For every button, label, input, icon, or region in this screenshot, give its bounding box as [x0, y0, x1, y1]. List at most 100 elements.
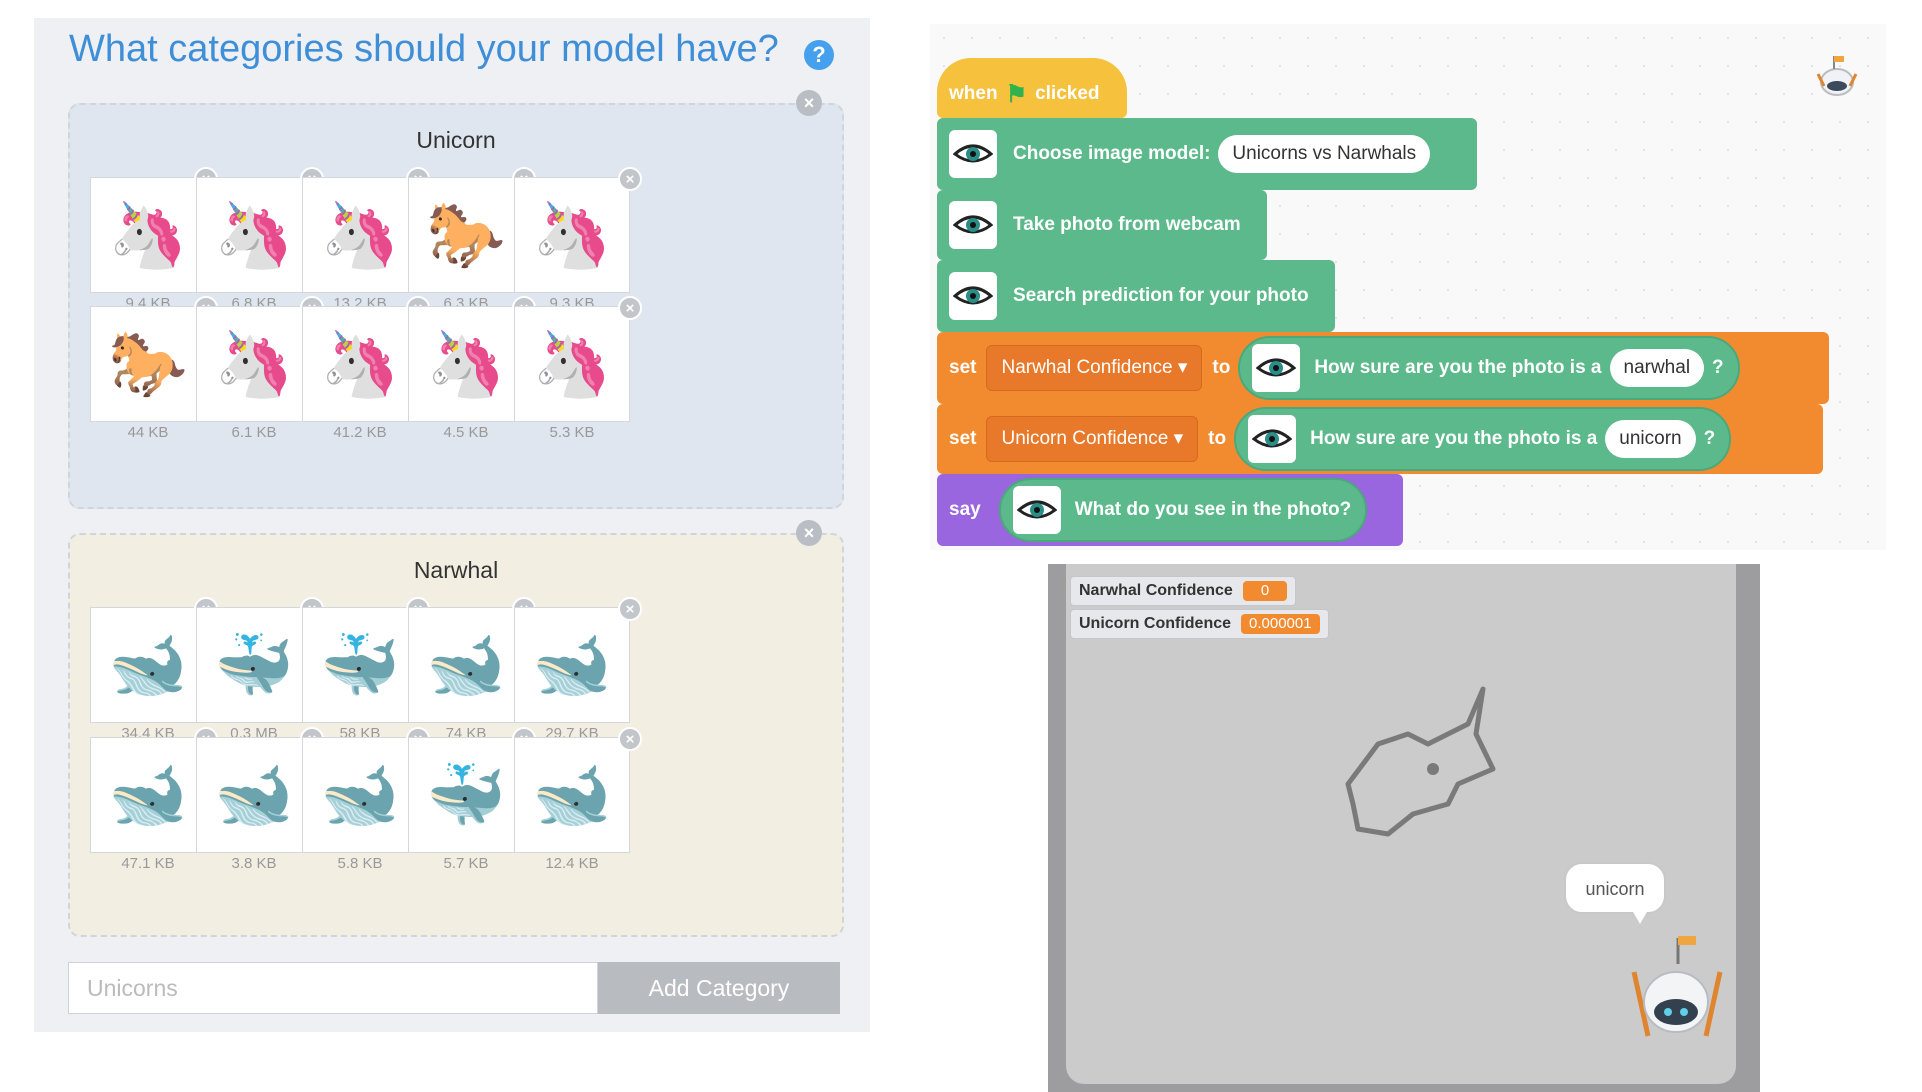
- training-image-thumbnail[interactable]: 🦄: [408, 306, 524, 422]
- image-preview: 🦄: [426, 327, 506, 400]
- training-image-thumbnail[interactable]: 🐋: [514, 737, 630, 853]
- take-photo-label: Take photo from webcam: [1013, 214, 1241, 235]
- monitor-value: 0.000001: [1241, 614, 1320, 634]
- image-preview: 🐳: [214, 628, 294, 701]
- monitor-label: Unicorn Confidence: [1079, 615, 1232, 632]
- image-file-size: 6.1 KB: [231, 424, 277, 441]
- training-image-thumbnail[interactable]: 🦄: [302, 306, 418, 422]
- category-title: Unicorn: [416, 127, 496, 153]
- question-mark: ?: [1712, 357, 1724, 378]
- image-preview: 🦄: [214, 327, 294, 400]
- training-image-thumbnail[interactable]: 🐎: [408, 177, 524, 293]
- page-title: What categories should your model have?: [69, 28, 779, 70]
- say-block[interactable]: say What do you see in the photo?: [937, 474, 1403, 546]
- training-image-thumbnail[interactable]: 🐎: [90, 306, 206, 422]
- training-image-thumbnail[interactable]: 🐋: [196, 737, 312, 853]
- training-image-thumbnail[interactable]: 🦄: [196, 306, 312, 422]
- category-unicorn: Unicorn 🦄×9.4 KB🦄×6.8 KB🦄×13.2 KB🐎×6.3 K…: [68, 103, 844, 509]
- training-image-thumbnail[interactable]: 🐳: [302, 607, 418, 723]
- photo-class-reporter[interactable]: What do you see in the photo?: [998, 478, 1368, 542]
- set-label: set: [949, 357, 977, 378]
- add-category-button[interactable]: Add Category: [598, 962, 840, 1014]
- eye-icon: [949, 201, 997, 249]
- image-preview: 🐋: [320, 758, 400, 831]
- eye-icon: [949, 130, 997, 178]
- variable-dropdown-narwhal[interactable]: Narwhal Confidence ▾: [986, 345, 1203, 391]
- search-prediction-label: Search prediction for your photo: [1013, 285, 1309, 306]
- narwhal-confidence-monitor[interactable]: Narwhal Confidence 0: [1070, 576, 1297, 606]
- unicorn-drawing: [1345, 686, 1496, 837]
- speech-bubble: unicorn: [1564, 862, 1666, 914]
- hat-clicked-label: clicked: [1035, 83, 1100, 104]
- image-file-size: 5.8 KB: [337, 855, 383, 872]
- question-mark: ?: [1703, 428, 1716, 449]
- training-image-thumbnail[interactable]: 🦄: [196, 177, 312, 293]
- eye-icon: [1248, 415, 1297, 463]
- variable-dropdown-unicorn[interactable]: Unicorn Confidence ▾: [986, 416, 1199, 462]
- image-preview: 🦄: [108, 198, 188, 271]
- eye-icon: [1012, 486, 1061, 534]
- training-image-thumbnail[interactable]: 🐋: [90, 607, 206, 723]
- eye-icon: [949, 272, 997, 320]
- model-name-field[interactable]: Unicorns vs Narwhals: [1218, 135, 1431, 173]
- training-image-thumbnail[interactable]: 🦄: [90, 177, 206, 293]
- confidence-reporter-unicorn[interactable]: How sure are you the photo is a unicorn …: [1234, 407, 1732, 471]
- image-preview: 🦄: [532, 198, 612, 271]
- training-image-thumbnail[interactable]: 🐳: [408, 737, 524, 853]
- set-unicorn-confidence-block[interactable]: set Unicorn Confidence ▾ to How sure are…: [937, 404, 1823, 474]
- image-file-size: 5.3 KB: [549, 424, 595, 441]
- label-arg-unicorn[interactable]: unicorn: [1605, 420, 1696, 458]
- help-icon[interactable]: ?: [804, 40, 834, 70]
- training-image-thumbnail[interactable]: 🐋: [302, 737, 418, 853]
- training-image-thumbnail[interactable]: 🦄: [514, 306, 630, 422]
- image-file-size: 4.5 KB: [443, 424, 489, 441]
- new-category-input[interactable]: Unicorns: [68, 962, 598, 1014]
- to-label: to: [1208, 428, 1227, 449]
- remove-image-icon[interactable]: ×: [618, 597, 642, 621]
- reporter-label: What do you see in the photo?: [1074, 499, 1352, 520]
- choose-image-model-block[interactable]: Choose image model: Unicorns vs Narwhals: [937, 118, 1477, 190]
- image-file-size: 3.8 KB: [231, 855, 277, 872]
- training-image-thumbnail[interactable]: 🐋: [408, 607, 524, 723]
- image-preview: 🦄: [320, 327, 400, 400]
- training-image-thumbnail[interactable]: 🐋: [90, 737, 206, 853]
- remove-image-icon[interactable]: ×: [618, 167, 642, 191]
- image-preview: 🐎: [426, 198, 506, 271]
- say-label: say: [949, 499, 981, 520]
- take-photo-block[interactable]: Take photo from webcam: [937, 190, 1267, 260]
- image-preview: 🐋: [532, 758, 612, 831]
- training-image-thumbnail[interactable]: 🦄: [514, 177, 630, 293]
- stage[interactable]: Narwhal Confidence 0 Unicorn Confidence …: [1048, 564, 1760, 1092]
- speech-bubble-tail: [1632, 910, 1648, 924]
- set-label: set: [949, 428, 977, 449]
- image-preview: 🐳: [320, 628, 400, 701]
- training-image-thumbnail[interactable]: 🐳: [196, 607, 312, 723]
- category-title: Narwhal: [413, 557, 499, 583]
- reporter-label: How sure are you the photo is a: [1310, 428, 1598, 449]
- to-label: to: [1212, 357, 1231, 378]
- remove-category-unicorn-icon[interactable]: ×: [796, 90, 822, 116]
- confidence-reporter-narwhal[interactable]: How sure are you the photo is a narwhal …: [1238, 336, 1740, 400]
- sprite-robot-icon[interactable]: [1810, 52, 1864, 106]
- when-flag-clicked-block[interactable]: when ⚑ clicked: [937, 58, 1127, 118]
- image-file-size: 47.1 KB: [121, 855, 175, 872]
- image-preview: 🐳: [426, 758, 506, 831]
- image-preview: 🦄: [532, 327, 612, 400]
- remove-image-icon[interactable]: ×: [618, 296, 642, 320]
- image-file-size: 44 KB: [127, 424, 169, 441]
- set-narwhal-confidence-block[interactable]: set Narwhal Confidence ▾ to How sure are…: [937, 332, 1829, 404]
- image-file-size: 12.4 KB: [545, 855, 599, 872]
- monitor-label: Narwhal Confidence: [1079, 582, 1233, 599]
- image-preview: 🐎: [108, 327, 188, 400]
- unicorn-confidence-monitor[interactable]: Unicorn Confidence 0.000001: [1070, 609, 1329, 639]
- label-arg-narwhal[interactable]: narwhal: [1609, 349, 1705, 387]
- eye-icon: [1252, 344, 1301, 392]
- remove-category-narwhal-icon[interactable]: ×: [796, 520, 822, 546]
- categories-panel: What categories should your model have? …: [34, 18, 870, 1032]
- search-prediction-block[interactable]: Search prediction for your photo: [937, 260, 1335, 332]
- image-preview: 🐋: [108, 758, 188, 831]
- remove-image-icon[interactable]: ×: [618, 727, 642, 751]
- training-image-thumbnail[interactable]: 🐋: [514, 607, 630, 723]
- training-image-thumbnail[interactable]: 🦄: [302, 177, 418, 293]
- sprite-robot-icon[interactable]: [1624, 932, 1728, 1052]
